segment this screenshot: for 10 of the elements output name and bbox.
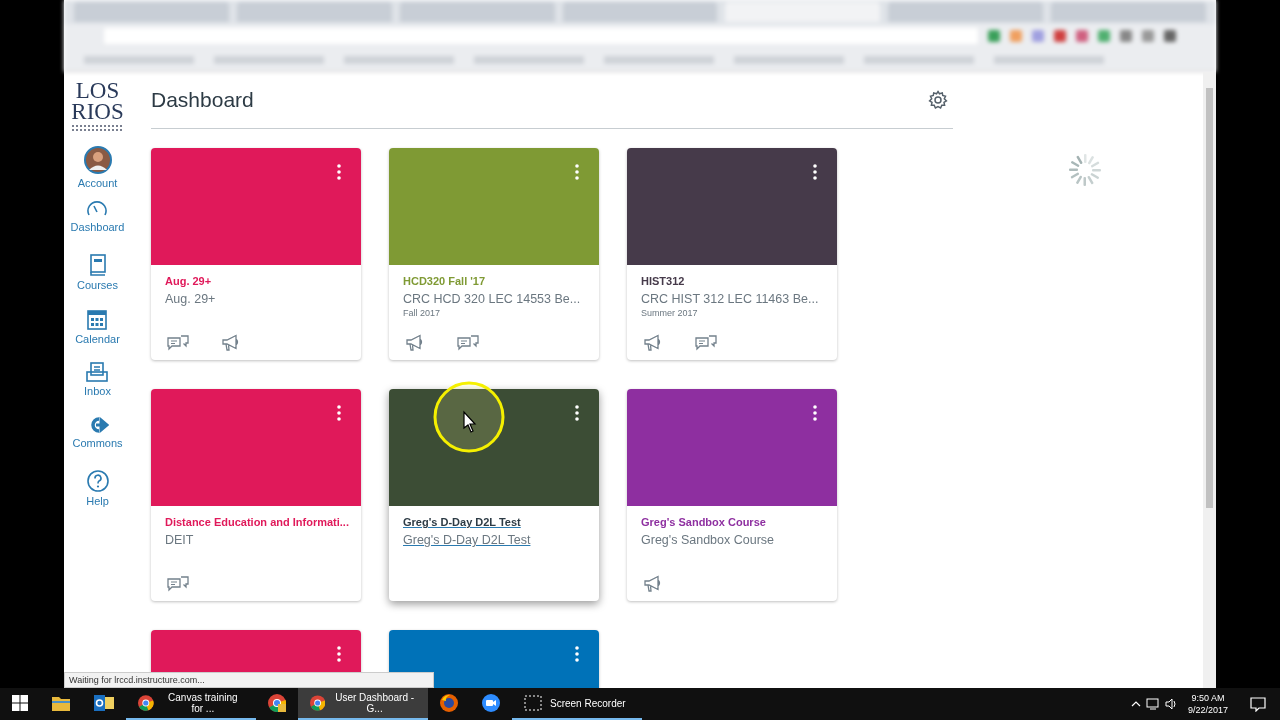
course-name: Aug. 29+	[165, 292, 217, 306]
page-title: Dashboard	[151, 88, 254, 112]
course-name: CRC HIST 312 LEC 11463 Be...	[641, 292, 820, 306]
course-name: Greg's Sandbox Course	[641, 533, 775, 547]
course-term: Fall 2017	[403, 308, 442, 318]
course-name: Greg's D-Day D2L Test	[403, 533, 532, 547]
course-name: DEIT	[165, 533, 195, 547]
course-term: Summer 2017	[641, 308, 699, 318]
status-text: Waiting for lrccd.instructure.com...	[64, 672, 434, 688]
course-name: CRC HCD 320 LEC 14553 Be...	[403, 292, 582, 306]
